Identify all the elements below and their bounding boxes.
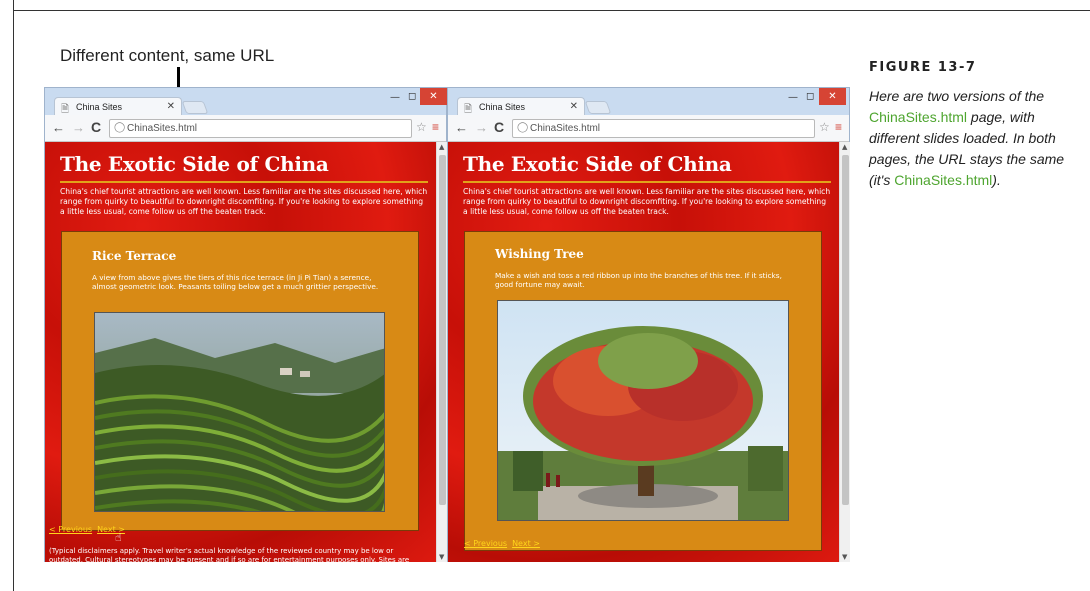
- slide-description: Make a wish and toss a red ribbon up int…: [495, 271, 782, 289]
- scroll-thumb[interactable]: [439, 155, 446, 505]
- address-bar[interactable]: ◯ ChinaSites.html: [512, 119, 815, 138]
- slide-photo-wishing-tree: [497, 300, 789, 521]
- page-title: The Exotic Side of China: [60, 152, 329, 176]
- tab-title: China Sites: [76, 102, 123, 112]
- back-icon[interactable]: ←: [52, 120, 65, 135]
- close-icon[interactable]: ✕: [167, 101, 175, 112]
- browser-toolbar: ← → C ◯ ChinaSites.html ☆ ≡: [45, 115, 446, 142]
- site-info-icon: ◯: [517, 122, 529, 133]
- scroll-up-icon[interactable]: ▲: [439, 143, 444, 151]
- minimize-icon[interactable]: —: [788, 92, 798, 103]
- menu-icon[interactable]: ≡: [835, 120, 842, 134]
- page-title: The Exotic Side of China: [463, 152, 732, 176]
- browser-toolbar: ← → C ◯ ChinaSites.html ☆ ≡: [448, 115, 849, 142]
- maximize-icon[interactable]: ◻: [806, 91, 814, 102]
- browser-tab[interactable]: 🗎 China Sites ✕: [54, 97, 182, 116]
- minimize-icon[interactable]: —: [390, 92, 400, 103]
- maximize-icon[interactable]: ◻: [408, 91, 416, 102]
- slide-pager: < Previous Next >: [464, 539, 545, 548]
- menu-icon[interactable]: ≡: [432, 120, 439, 134]
- reload-icon[interactable]: C: [494, 119, 504, 135]
- star-icon[interactable]: ☆: [416, 120, 427, 134]
- vertical-scrollbar[interactable]: ▲ ▼: [436, 142, 447, 562]
- caption-filename: ChinaSites.html: [894, 172, 993, 188]
- slide-photo-rice-terrace: [94, 312, 385, 512]
- browser-tab[interactable]: 🗎 China Sites ✕: [457, 97, 585, 116]
- caption-filename: ChinaSites.html: [869, 109, 968, 125]
- star-icon[interactable]: ☆: [819, 120, 830, 134]
- slide-description: A view from above gives the tiers of thi…: [92, 273, 379, 291]
- previous-link[interactable]: < Previous: [49, 525, 92, 534]
- window-close-button[interactable]: ✕: [819, 88, 846, 105]
- intro-text: China's chief tourist attractions are we…: [463, 187, 831, 216]
- hand-cursor-icon: ☝: [115, 531, 122, 544]
- next-link[interactable]: Next >: [512, 539, 540, 548]
- reload-icon[interactable]: C: [91, 119, 101, 135]
- scroll-down-icon[interactable]: ▼: [842, 553, 847, 561]
- url-text: ChinaSites.html: [530, 123, 601, 134]
- intro-text: China's chief tourist attractions are we…: [60, 187, 428, 216]
- title-rule: [463, 181, 831, 183]
- site-info-icon: ◯: [114, 122, 126, 133]
- title-rule: [60, 181, 428, 183]
- scroll-thumb[interactable]: [842, 155, 849, 505]
- page-viewport: The Exotic Side of China China's chief t…: [448, 142, 839, 562]
- forward-icon[interactable]: →: [475, 120, 488, 135]
- browser-window-left: 🗎 China Sites ✕ — ◻ ✕ ← → C ◯ ChinaSites…: [44, 87, 447, 562]
- slide-title: Rice Terrace: [92, 249, 177, 263]
- figure-label: FIGURE 13-7: [869, 60, 977, 75]
- vertical-scrollbar[interactable]: ▲ ▼: [839, 142, 850, 562]
- figure-frame-top-rule: [13, 10, 1090, 11]
- disclaimer-text: (Typical disclaimers apply. Travel write…: [49, 547, 410, 562]
- back-icon[interactable]: ←: [455, 120, 468, 135]
- url-text: ChinaSites.html: [127, 123, 198, 134]
- page-viewport: The Exotic Side of China China's chief t…: [45, 142, 436, 562]
- browser-window-right: 🗎 China Sites ✕ — ◻ ✕ ← → C ◯ ChinaSites…: [447, 87, 850, 562]
- close-icon[interactable]: ✕: [570, 101, 578, 112]
- new-tab-button[interactable]: [584, 101, 612, 114]
- previous-link[interactable]: < Previous: [464, 539, 507, 548]
- scroll-up-icon[interactable]: ▲: [842, 143, 847, 151]
- caption-text: Here are two versions of the: [869, 88, 1045, 104]
- scroll-down-icon[interactable]: ▼: [439, 553, 444, 561]
- forward-icon[interactable]: →: [72, 120, 85, 135]
- new-tab-button[interactable]: [181, 101, 209, 114]
- tab-strip: 🗎 China Sites ✕ — ◻ ✕: [45, 88, 447, 116]
- figure-caption: Here are two versions of the ChinaSites.…: [869, 86, 1079, 191]
- slide-title: Wishing Tree: [495, 247, 584, 261]
- address-bar[interactable]: ◯ ChinaSites.html: [109, 119, 412, 138]
- callout-label: Different content, same URL: [60, 46, 275, 65]
- tab-strip: 🗎 China Sites ✕ — ◻ ✕: [448, 88, 849, 116]
- window-close-button[interactable]: ✕: [420, 88, 447, 105]
- slide-panel: Wishing Tree Make a wish and toss a red …: [464, 231, 822, 551]
- tab-title: China Sites: [479, 102, 526, 112]
- figure-frame-left-rule: [13, 0, 14, 591]
- slide-panel: Rice Terrace A view from above gives the…: [61, 231, 419, 531]
- caption-text: ).: [992, 172, 1001, 188]
